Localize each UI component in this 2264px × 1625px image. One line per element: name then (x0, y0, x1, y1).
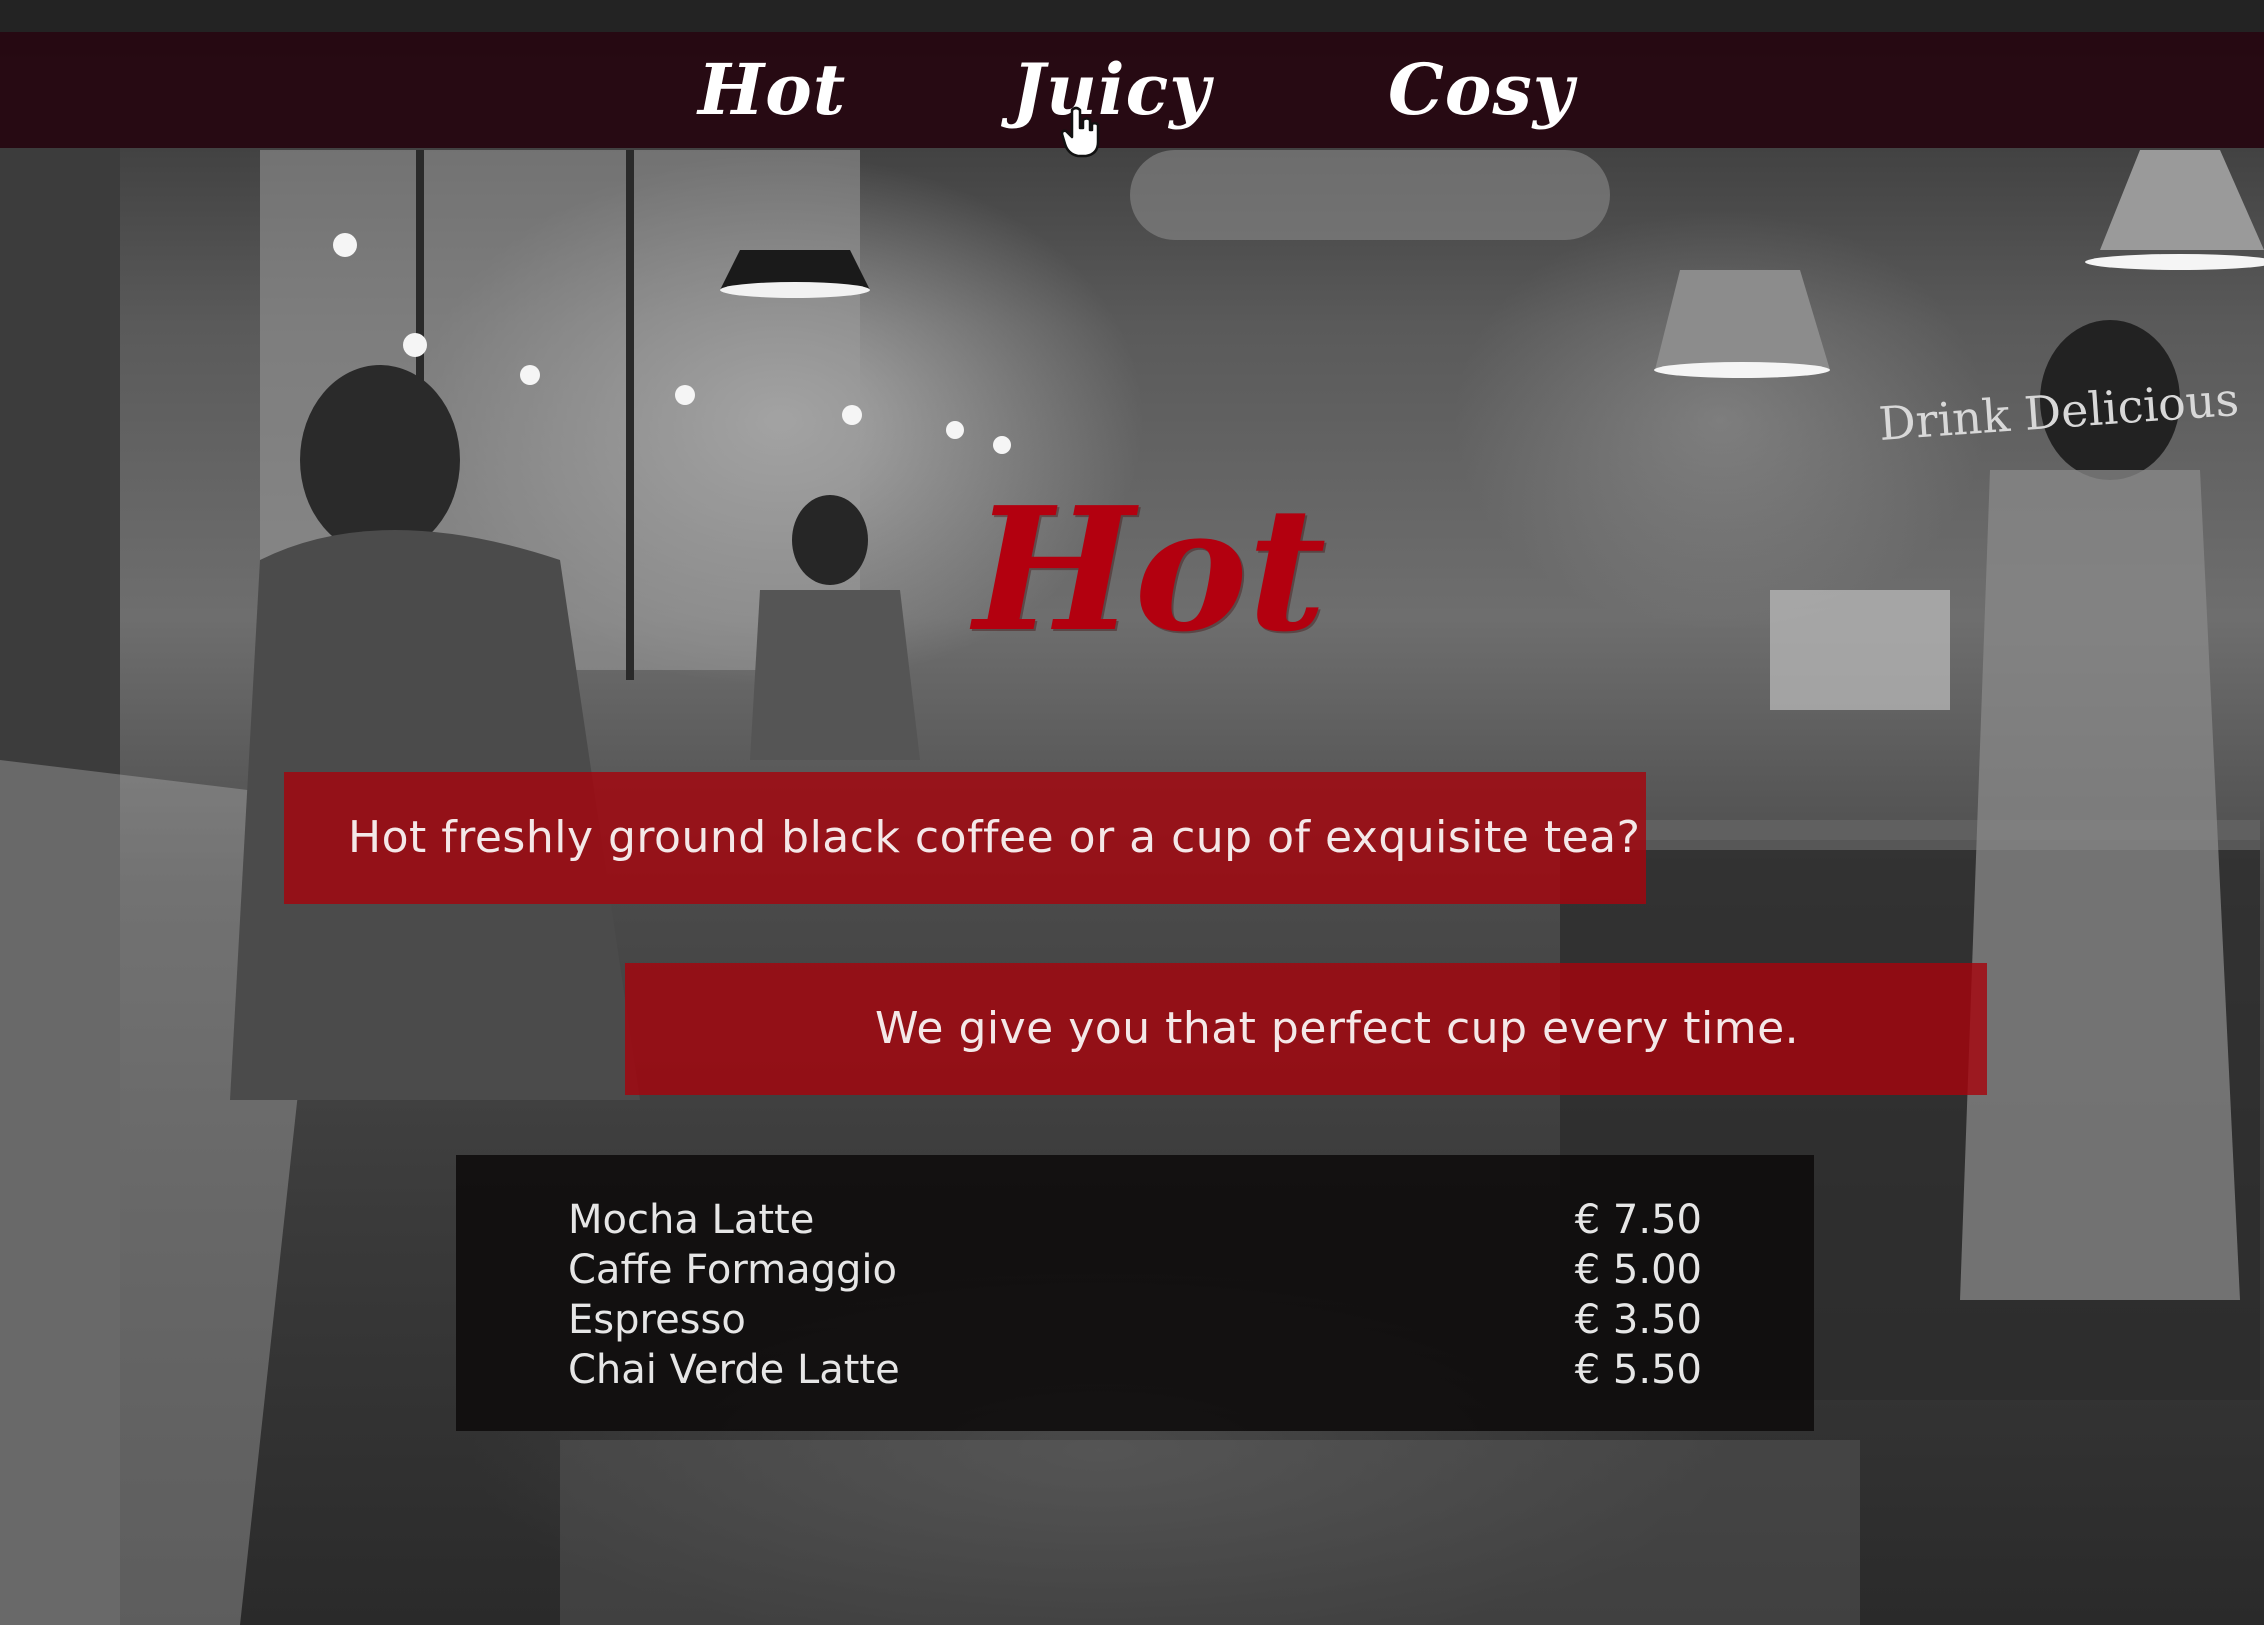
light-bulb (993, 436, 1011, 454)
nav-link-juicy[interactable]: Juicy (1012, 50, 1211, 130)
tagline-text-1: Hot freshly ground black coffee or a cup… (348, 812, 1641, 863)
menu-item-price: € 7.50 (1574, 1197, 1702, 1243)
lamp-glow (2085, 254, 2264, 270)
menu-item-name: Caffe Formaggio (568, 1247, 897, 1293)
tagline-text-2: We give you that perfect cup every time. (875, 1003, 1800, 1054)
lamp-glow (720, 282, 870, 298)
light-bulb (520, 365, 540, 385)
person-head (792, 495, 868, 585)
tagline-banner-2: We give you that perfect cup every time. (625, 963, 1987, 1095)
ceiling-duct (1130, 150, 1610, 240)
person-body (750, 590, 920, 760)
coffee-machine (1770, 590, 1950, 710)
menu-item-price: € 5.00 (1574, 1247, 1702, 1293)
menu-item: Mocha Latte € 7.50 (568, 1195, 1702, 1245)
pointer-hand-icon (1060, 106, 1100, 158)
menu-item-name: Mocha Latte (568, 1197, 815, 1243)
light-bulb (946, 421, 964, 439)
light-bulb (403, 333, 427, 357)
menu-item: Chai Verde Latte € 5.50 (568, 1345, 1702, 1395)
tagline-banner-1: Hot freshly ground black coffee or a cup… (284, 772, 1646, 904)
menu-item-price: € 5.50 (1574, 1347, 1702, 1393)
light-bulb (333, 233, 357, 257)
top-strip (0, 0, 2264, 32)
person-body (1960, 470, 2240, 1300)
floor (560, 1440, 1860, 1625)
nav-link-hot[interactable]: Hot (698, 50, 846, 130)
menu-item-name: Espresso (568, 1297, 746, 1343)
pendant-lamp (1655, 270, 1830, 370)
lamp-glow (1654, 362, 1830, 378)
menu-item-price: € 3.50 (1574, 1297, 1702, 1343)
menu-board: Mocha Latte € 7.50 Caffe Formaggio € 5.0… (456, 1155, 1814, 1431)
nav-link-cosy[interactable]: Cosy (1388, 50, 1575, 130)
menu-item: Espresso € 3.50 (568, 1295, 1702, 1345)
person-head (300, 365, 460, 555)
menu-item-name: Chai Verde Latte (568, 1347, 900, 1393)
page: Drink Delicious Hot Juicy Cosy Hot Hot f… (0, 0, 2264, 1625)
navbar: Hot Juicy Cosy (0, 32, 2264, 158)
menu-item: Caffe Formaggio € 5.00 (568, 1245, 1702, 1295)
pendant-lamp (2100, 150, 2264, 250)
light-bulb (675, 385, 695, 405)
light-bulb (842, 405, 862, 425)
hero-title: Hot (973, 470, 1327, 670)
